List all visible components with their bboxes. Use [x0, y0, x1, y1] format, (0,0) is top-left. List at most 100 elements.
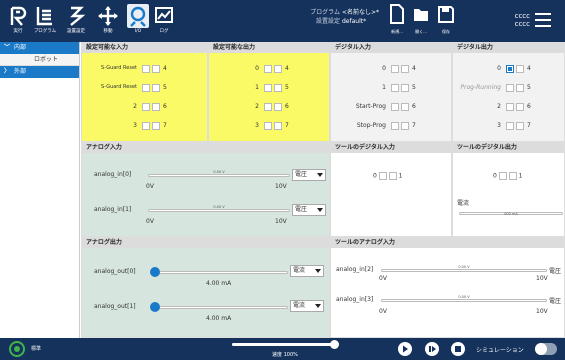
config-outputs-right-label: 5: [285, 84, 289, 91]
analog-out-1-label: analog_out[1]: [94, 303, 136, 310]
digital-outputs-1-indicator[interactable]: [506, 84, 514, 92]
digital-outputs-7-indicator[interactable]: [516, 122, 524, 130]
config-outputs-2-indicator[interactable]: [264, 103, 272, 111]
run-icon: [10, 6, 27, 26]
tool-digital-inputs-title: ツールのデジタル入力: [331, 143, 451, 153]
config-outputs-1-indicator[interactable]: [264, 84, 272, 92]
digital-outputs-6-indicator[interactable]: [516, 103, 524, 111]
tool-analog-in-2-label: analog_in[2]: [336, 266, 374, 273]
tool-digital-inputs-panel: ツールのデジタル入力 0 1: [330, 142, 452, 237]
bottom-bar: 標準 速度 100% シミュレーション: [0, 338, 565, 360]
analog-in-1-mode-select[interactable]: 電圧: [292, 204, 326, 216]
analog-out-1-mode-select[interactable]: 電流: [290, 300, 324, 312]
tool-current-gauge: 000 mA: [459, 212, 563, 216]
power-status-icon[interactable]: [9, 341, 25, 357]
save-button[interactable]: 保存: [436, 4, 456, 38]
speed-slider-handle[interactable]: [330, 340, 339, 349]
tool-do-0-checkbox[interactable]: [498, 172, 507, 180]
simulation-label: シミュレーション: [476, 347, 524, 354]
tool-analog-in-3-gauge: 0.00 V: [381, 295, 547, 302]
digital-outputs-left-label: Prog-Running: [460, 84, 501, 91]
digital-inputs-6-indicator: [401, 103, 409, 111]
analog-outputs-title: アナログ出力: [82, 238, 329, 248]
digital-inputs-right-label: 7: [412, 122, 416, 129]
analog-out-0-slider[interactable]: [154, 271, 288, 274]
nav-move-button[interactable]: 移動: [94, 3, 122, 39]
simulation-toggle[interactable]: [535, 343, 557, 355]
config-outputs-row: 1: [209, 83, 261, 93]
installation-name: default*: [342, 18, 367, 25]
io-icon: [127, 4, 149, 28]
config-inputs-1-indicator: [142, 84, 150, 92]
nav-installation-button[interactable]: 設置設定: [62, 3, 90, 39]
analog-out-1-slider-handle[interactable]: [150, 302, 160, 312]
digital-outputs-0-indicator[interactable]: [506, 65, 514, 73]
digital-outputs-5-indicator[interactable]: [516, 84, 524, 92]
hamburger-menu-icon[interactable]: [535, 13, 551, 27]
config-outputs-0-indicator[interactable]: [264, 65, 272, 73]
open-button[interactable]: 開く...: [411, 4, 431, 38]
dropdown-arrow-icon: [317, 173, 323, 177]
config-outputs-left-label: 1: [255, 84, 259, 91]
config-inputs-7-indicator: [152, 122, 160, 130]
digital-inputs-2-indicator: [391, 103, 399, 111]
tree-item-internal[interactable]: ﹀ 内部: [0, 42, 79, 54]
nav-log-button[interactable]: ログ: [150, 3, 178, 39]
tree-item-external[interactable]: 〉外部: [0, 66, 79, 78]
analog-out-0-mode-select[interactable]: 電流: [290, 265, 324, 277]
digital-inputs-left-label: Start-Prog: [355, 103, 386, 110]
config-outputs-7-indicator[interactable]: [274, 122, 282, 130]
digital-outputs-left-label: 2: [497, 103, 501, 110]
nav-run-button[interactable]: 実行: [4, 3, 32, 39]
dropdown-arrow-icon: [315, 269, 321, 273]
analog-out-0-slider-handle[interactable]: [150, 267, 160, 277]
tool-analog-in-3-max: 10V: [536, 308, 548, 315]
config-outputs-6-indicator[interactable]: [274, 103, 282, 111]
play-icon[interactable]: [398, 342, 412, 356]
config-outputs-3-indicator[interactable]: [264, 122, 272, 130]
new-button[interactable]: 新規...: [387, 4, 407, 38]
header-values: <名前なし>* default*: [342, 8, 379, 26]
config-outputs-row: 2: [209, 102, 261, 112]
digital-outputs-row: 2: [453, 102, 503, 112]
digital-inputs-3-indicator: [391, 122, 399, 130]
stop-icon[interactable]: [451, 342, 465, 356]
config-outputs-left-label: 2: [255, 103, 259, 110]
program-icon: [36, 7, 52, 26]
digital-inputs-right-label: 5: [412, 84, 416, 91]
chevron-down-icon: ﹀: [4, 44, 11, 51]
digital-outputs-row: 3: [453, 121, 503, 131]
config-outputs-5-indicator[interactable]: [274, 84, 282, 92]
config-inputs-title: 設定可能な入力: [82, 43, 207, 53]
chevron-right-icon: 〉: [4, 68, 11, 75]
tool-current-label: 電流: [457, 200, 470, 207]
tool-do-1-checkbox[interactable]: [508, 172, 517, 180]
digital-outputs-3-indicator[interactable]: [506, 122, 514, 130]
mode-label: 標準: [31, 346, 42, 352]
config-inputs-right-label: 7: [163, 122, 167, 129]
config-inputs-left-label: S-Guard Reset: [101, 65, 137, 71]
nav-program-button[interactable]: プログラム: [31, 3, 59, 39]
analog-in-0-mode-select[interactable]: 電圧: [292, 169, 326, 181]
digital-outputs-2-indicator[interactable]: [506, 103, 514, 111]
digital-outputs-4-indicator[interactable]: [516, 65, 524, 73]
nav-io-button[interactable]: I/O: [124, 3, 152, 39]
header-labels: プログラム 設置設定: [296, 8, 340, 26]
save-icon: [438, 6, 454, 23]
simulation-toggle-knob: [535, 343, 547, 355]
program-label: プログラム: [310, 9, 340, 16]
config-inputs-0-indicator: [142, 65, 150, 73]
digital-outputs-right-label: 4: [527, 65, 531, 72]
config-inputs-left-label: 3: [133, 122, 137, 129]
digital-inputs-row: Stop-Prog: [331, 121, 388, 131]
config-inputs-left-label: 2: [133, 103, 137, 110]
step-icon[interactable]: [425, 342, 439, 356]
analog-out-1-slider[interactable]: [154, 306, 288, 309]
config-outputs-4-indicator[interactable]: [274, 65, 282, 73]
tree-item-robot[interactable]: ロボット: [0, 54, 79, 66]
config-outputs-right-label: 6: [285, 103, 289, 110]
digital-inputs-0-indicator: [391, 65, 399, 73]
dropdown-arrow-icon: [317, 208, 323, 212]
tool-analog-in-3-min: 0V: [379, 308, 387, 315]
speed-slider-track[interactable]: [232, 343, 336, 346]
